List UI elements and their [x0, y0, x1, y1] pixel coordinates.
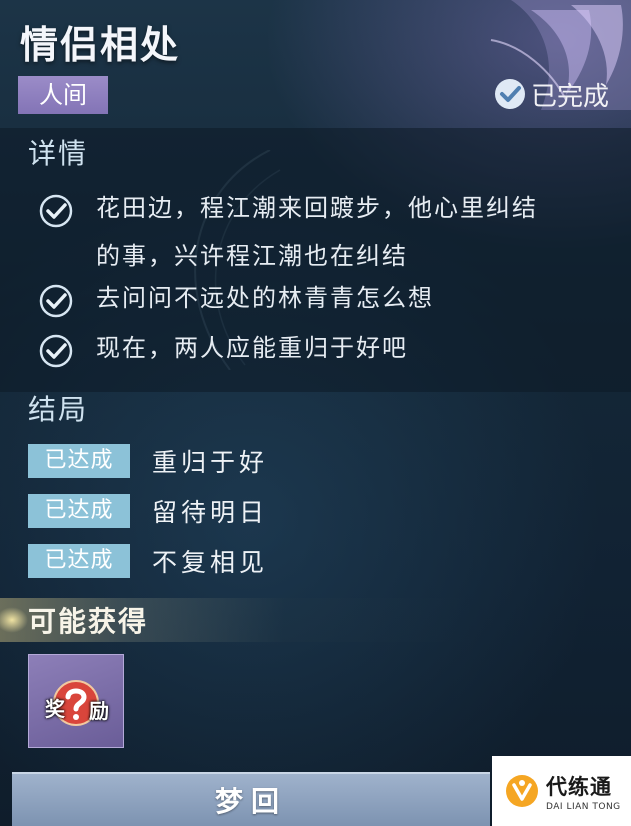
reward-text-left: 奖	[45, 697, 65, 721]
detail-step-line: 现在，两人应能重归于好吧	[96, 334, 408, 362]
detail-step: 现在，两人应能重归于好吧	[38, 332, 618, 372]
step-check-icon	[39, 194, 73, 228]
detail-step-text: 现在，两人应能重归于好吧	[96, 324, 408, 372]
endings-heading: 结局	[28, 393, 89, 426]
ending-achieved-badge: 已达成	[28, 544, 130, 578]
detail-step-line: 去问问不远处的林青青怎么想	[96, 284, 434, 312]
watermark-text: 代练通 DAI LIAN TONG	[546, 771, 621, 812]
watermark: 代练通 DAI LIAN TONG	[492, 756, 631, 826]
ending-label: 留待明日	[152, 498, 269, 527]
dream-replay-button[interactable]: 梦回	[12, 772, 490, 826]
ending-label: 不复相见	[152, 548, 269, 577]
status-label: 已完成	[530, 81, 609, 112]
watermark-logo-icon	[506, 775, 538, 807]
reward-text-right: 励	[89, 699, 109, 723]
ending-row: 已达成 不复相见	[28, 543, 268, 579]
details-heading: 详情	[28, 137, 89, 170]
step-check-icon	[39, 284, 73, 318]
ending-row: 已达成 留待明日	[28, 493, 268, 529]
detail-step-text: 去问问不远处的林青青怎么想	[96, 274, 434, 322]
step-check-icon	[39, 334, 73, 368]
detail-step-line: 的事，兴许程江潮也在纠结	[96, 242, 408, 270]
quest-title: 情侣相处	[20, 23, 181, 67]
detail-step: 花田边，程江潮来回踱步，他心里纠结 的事，兴许程江潮也在纠结	[38, 192, 618, 280]
watermark-name-cn: 代练通	[546, 774, 612, 799]
reward-item-slot[interactable]: 奖 励	[28, 654, 124, 748]
ending-achieved-badge: 已达成	[28, 444, 130, 478]
ending-row: 已达成 重归于好	[28, 443, 268, 479]
realm-tag: 人间	[18, 76, 108, 114]
ending-achieved-badge: 已达成	[28, 494, 130, 528]
completion-status: 已完成	[493, 74, 609, 114]
rewards-heading: 可能获得	[28, 605, 149, 638]
detail-step: 去问问不远处的林青青怎么想	[38, 282, 618, 322]
watermark-name-en: DAI LIAN TONG	[546, 801, 621, 812]
ending-label: 重归于好	[152, 448, 269, 477]
completed-check-icon	[494, 79, 525, 109]
detail-step-line: 花田边，程江潮来回踱步，他心里纠结	[96, 194, 538, 222]
detail-step-text: 花田边，程江潮来回踱步，他心里纠结 的事，兴许程江潮也在纠结	[96, 184, 538, 280]
